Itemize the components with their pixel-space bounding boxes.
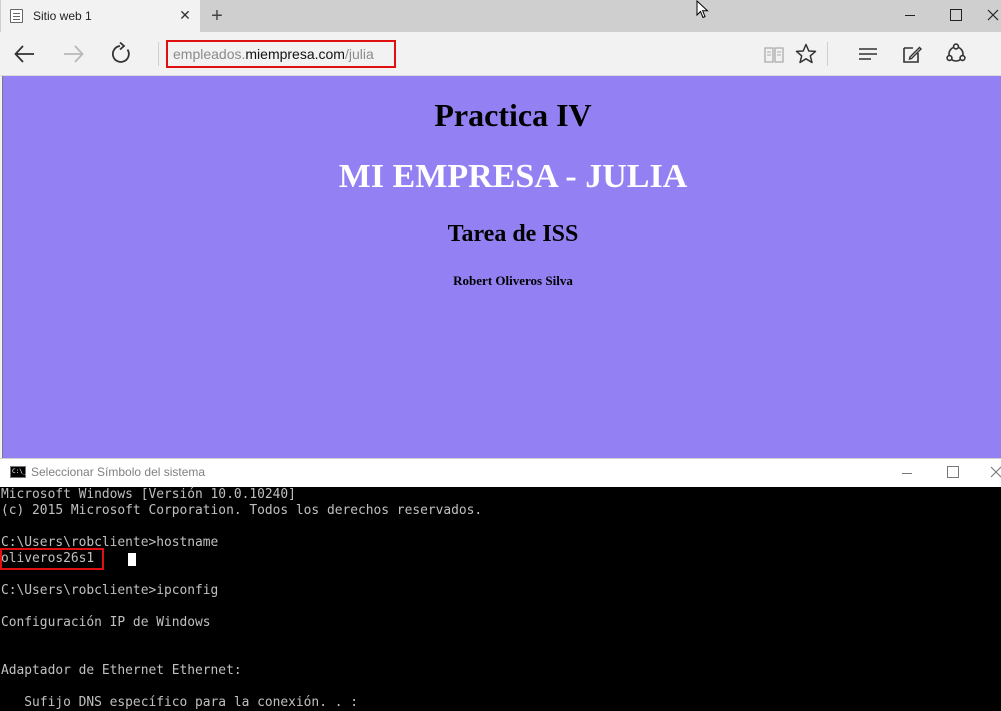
toolbar-divider bbox=[827, 42, 828, 66]
reading-view-icon[interactable] bbox=[761, 41, 787, 67]
new-tab-icon[interactable]: + bbox=[206, 5, 228, 27]
text-cursor bbox=[128, 553, 136, 566]
web-page-content: Practica IV MI EMPRESA - JULIA Tarea de … bbox=[2, 76, 1001, 458]
console-line: C:\Users\robcliente>ipconfig bbox=[1, 583, 219, 598]
close-icon[interactable] bbox=[988, 464, 1001, 480]
forward-arrow-icon[interactable] bbox=[60, 41, 86, 67]
address-url: empleados.miempresa.com/julia bbox=[173, 46, 374, 62]
navigation-toolbar: empleados.miempresa.com/julia bbox=[0, 32, 1001, 76]
refresh-icon[interactable] bbox=[108, 41, 134, 67]
console-line: Configuración IP de Windows bbox=[1, 615, 211, 630]
minimize-icon[interactable] bbox=[897, 3, 923, 27]
favorite-star-icon[interactable] bbox=[793, 41, 819, 67]
back-arrow-icon[interactable] bbox=[12, 41, 38, 67]
cmd-title-bar[interactable]: Seleccionar Símbolo del sistema bbox=[0, 458, 1001, 487]
task-heading: Tarea de ISS bbox=[447, 221, 579, 247]
hostname-highlight-box bbox=[0, 548, 104, 570]
tab-sitio-web-1[interactable]: Sitio web 1 ✕ bbox=[1, 0, 200, 32]
company-heading: MI EMPRESA - JULIA bbox=[338, 158, 688, 195]
share-icon[interactable] bbox=[943, 41, 969, 67]
tab-close-icon[interactable]: ✕ bbox=[176, 6, 194, 24]
maximize-icon[interactable] bbox=[942, 3, 968, 27]
tab-bar: Sitio web 1 ✕ + bbox=[0, 0, 1001, 32]
console-line: Microsoft Windows [Versión 10.0.10240] bbox=[1, 487, 296, 502]
console-output[interactable]: Microsoft Windows [Versión 10.0.10240] (… bbox=[0, 487, 1001, 711]
maximize-icon[interactable] bbox=[944, 464, 960, 480]
author-name: Robert Oliveros Silva bbox=[453, 273, 573, 288]
toolbar-divider bbox=[158, 42, 159, 66]
console-line: Adaptador de Ethernet Ethernet: bbox=[1, 663, 242, 678]
mouse-cursor-icon bbox=[696, 0, 709, 19]
browser-window: Sitio web 1 ✕ + empleados.miempresa.com/… bbox=[0, 0, 1001, 458]
page-title: Practica IV bbox=[434, 97, 592, 133]
cmd-title: Seleccionar Símbolo del sistema bbox=[31, 465, 206, 479]
web-note-icon[interactable] bbox=[899, 41, 925, 67]
cmd-icon bbox=[10, 466, 26, 478]
hub-icon[interactable] bbox=[855, 41, 881, 67]
page-icon bbox=[10, 9, 23, 23]
tab-title: Sitio web 1 bbox=[33, 9, 92, 23]
command-prompt-window: Seleccionar Símbolo del sistema Microsof… bbox=[0, 458, 1001, 711]
console-line: Sufijo DNS específico para la conexión. … bbox=[1, 695, 358, 710]
minimize-icon[interactable] bbox=[899, 464, 915, 480]
address-bar[interactable]: empleados.miempresa.com/julia bbox=[166, 40, 396, 68]
window-close-icon[interactable] bbox=[984, 3, 1001, 27]
console-line: (c) 2015 Microsoft Corporation. Todos lo… bbox=[1, 503, 483, 518]
